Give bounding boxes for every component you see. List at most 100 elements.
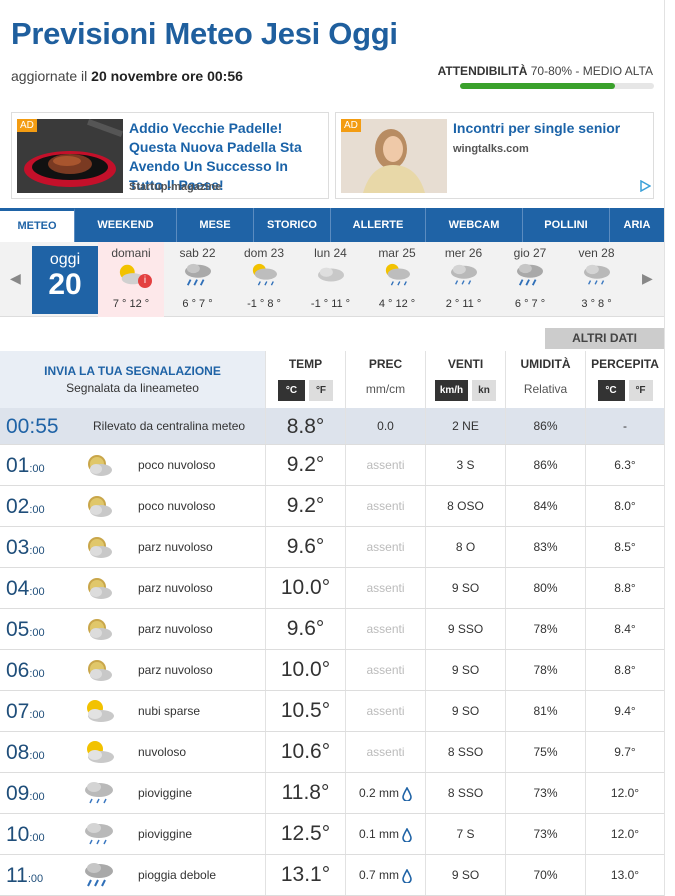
row-desc: pioviggine: [138, 786, 193, 800]
row-hum: 86%: [505, 408, 585, 444]
day-name: lun 24: [314, 246, 347, 260]
row-temp: 10.0°: [265, 650, 345, 690]
day-name: dom 23: [243, 246, 285, 260]
row-prec: assenti: [345, 609, 425, 649]
cloudy-icon: [317, 267, 344, 282]
row-perc: 8.4°: [585, 609, 664, 649]
reliability-info: ATTENDIBILITÀ 70-80% - MEDIO ALTA: [438, 64, 653, 78]
unit-perc-celsius-button[interactable]: °C: [597, 380, 625, 401]
day-name: mer 26: [444, 246, 483, 260]
tab-meteo[interactable]: METEO: [0, 208, 75, 242]
row-wind: 9 SO: [425, 650, 505, 690]
day-today[interactable]: oggi 20: [32, 246, 98, 314]
day-card[interactable]: sab 22 6 ° 7 °: [165, 242, 231, 317]
adchoices-icon[interactable]: [639, 180, 651, 192]
row-time: 05:00: [6, 618, 45, 642]
row-perc: 9.7°: [585, 732, 664, 772]
ad-tag: AD: [17, 119, 37, 132]
ad-card-pan[interactable]: AD Addio Vecchie Padelle! Questa Nuova P…: [11, 112, 329, 199]
row-perc: -: [585, 408, 664, 444]
day-temps: 3 ° 8 °: [581, 298, 612, 310]
drizzle-icon: [85, 823, 113, 845]
row-desc: nubi sparse: [138, 704, 201, 718]
day-card[interactable]: lun 24 -1 ° 11 °: [298, 242, 364, 317]
table-row: 11:00 pioggia debole 13.1° 0.7 mm 9 SO 70% 13.…: [0, 855, 664, 896]
table-row: 06:00 parz nuvoloso 10.0° assenti 9 SO 78% 8.8…: [0, 650, 664, 691]
day-temps: 4 ° 12 °: [378, 298, 416, 310]
next-arrow-icon[interactable]: ▶: [642, 270, 653, 287]
col-hum-label: UMIDITÀ: [520, 357, 571, 371]
row-temp: 12.5°: [265, 814, 345, 854]
day-temps: 7 ° 12 °: [112, 298, 150, 310]
col-prec-label: PREC: [368, 357, 403, 371]
row-desc: parz nuvoloso: [138, 663, 213, 677]
ad-card-dating[interactable]: AD Incontri per single senior wingtalks.…: [335, 112, 654, 199]
unit-perc-fahrenheit-button[interactable]: °F: [628, 380, 653, 401]
row-wind: 8 SSO: [425, 773, 505, 813]
unit-celsius-button[interactable]: °C: [278, 380, 305, 401]
day-card[interactable]: dom 23 -1 ° 8 °: [231, 242, 297, 317]
day-card[interactable]: mar 25 4 ° 12 °: [364, 242, 430, 317]
row-time: 00:55: [6, 415, 59, 438]
reliability-label: ATTENDIBILITÀ: [437, 64, 528, 78]
row-prec: assenti: [345, 445, 425, 485]
row-minutes: :00: [29, 709, 45, 721]
tab-mese[interactable]: MESE: [177, 208, 254, 242]
prev-arrow-icon[interactable]: ◀: [10, 270, 21, 287]
row-temp: 10.5°: [265, 691, 345, 731]
tab-weekend[interactable]: WEEKEND: [75, 208, 177, 242]
tab-aria[interactable]: ARIA: [610, 208, 664, 242]
ad-title[interactable]: Incontri per single senior: [453, 119, 649, 138]
row-minutes: :00: [29, 586, 45, 598]
col-wind-label: VENTI: [447, 357, 484, 371]
row-wind: 8 O: [425, 527, 505, 567]
unit-kmh-button[interactable]: km/h: [435, 380, 468, 401]
row-prec: 0.2 mm: [345, 773, 425, 813]
main-nav: METEO WEEKEND MESE STORICO ALLERTE WEBCA…: [0, 208, 664, 242]
row-desc: pioggia debole: [138, 868, 217, 882]
table-row: 05:00 parz nuvoloso 9.6° assenti 9 SSO 78% 8.4…: [0, 609, 664, 650]
days-strip: ◀ oggi 20 domani i 7 ° 12 ° sab 22 6 ° 7 ° do…: [0, 242, 664, 317]
tab-webcam[interactable]: WEBCAM: [426, 208, 523, 242]
row-hour: 07: [6, 700, 30, 723]
report-title[interactable]: INVIA LA TUA SEGNALAZIONE: [0, 364, 265, 378]
unit-knots-button[interactable]: kn: [472, 380, 496, 401]
ad-source: Startup-magazine: [129, 181, 222, 193]
tab-allerte[interactable]: ALLERTE: [331, 208, 426, 242]
row-perc: 8.5°: [585, 527, 664, 567]
tab-storico[interactable]: STORICO: [254, 208, 331, 242]
row-time: 02:00: [6, 495, 45, 519]
table-row: 08:00 nuvoloso 10.6° assenti 8 SSO 75% 9.7°: [0, 732, 664, 773]
row-temp: 13.1°: [265, 855, 345, 895]
day-card[interactable]: gio 27 6 ° 7 °: [497, 242, 563, 317]
row-desc: pioviggine: [138, 827, 193, 841]
day-card[interactable]: mer 26 2 ° 11 °: [431, 242, 497, 317]
day-name: sab 22: [179, 246, 216, 260]
row-prec: assenti: [345, 568, 425, 608]
row-prec: 0.7 mm: [345, 855, 425, 895]
info-icon[interactable]: i: [138, 274, 152, 288]
day-card[interactable]: domani i 7 ° 12 °: [98, 242, 164, 317]
altri-dati-button[interactable]: ALTRI DATI: [545, 328, 664, 349]
day-name: ven 28: [578, 246, 615, 260]
row-time: 04:00: [6, 577, 45, 601]
report-box[interactable]: INVIA LA TUA SEGNALAZIONE Segnalata da l…: [0, 351, 265, 408]
row-time: 09:00: [6, 782, 45, 806]
row-wind: 8 OSO: [425, 486, 505, 526]
unit-fahrenheit-button[interactable]: °F: [309, 380, 333, 401]
row-time: 01:00: [6, 454, 45, 478]
row-perc: 8.8°: [585, 568, 664, 608]
row-hour: 09: [6, 782, 30, 805]
row-time: 03:00: [6, 536, 45, 560]
row-perc: 12.0°: [585, 773, 664, 813]
tab-pollini[interactable]: POLLINI: [523, 208, 610, 242]
day-name: domani: [111, 246, 151, 260]
row-prec: 0.1 mm: [345, 814, 425, 854]
day-card[interactable]: ven 28 3 ° 8 °: [564, 242, 630, 317]
row-hour: 05: [6, 618, 30, 641]
update-info: aggiornate il 20 novembre ore 00:56: [11, 68, 243, 84]
reliability-bar: [460, 83, 654, 89]
moon-cloud-icon: [88, 578, 112, 599]
row-hum: 80%: [505, 568, 585, 608]
today-label: oggi: [49, 251, 81, 268]
